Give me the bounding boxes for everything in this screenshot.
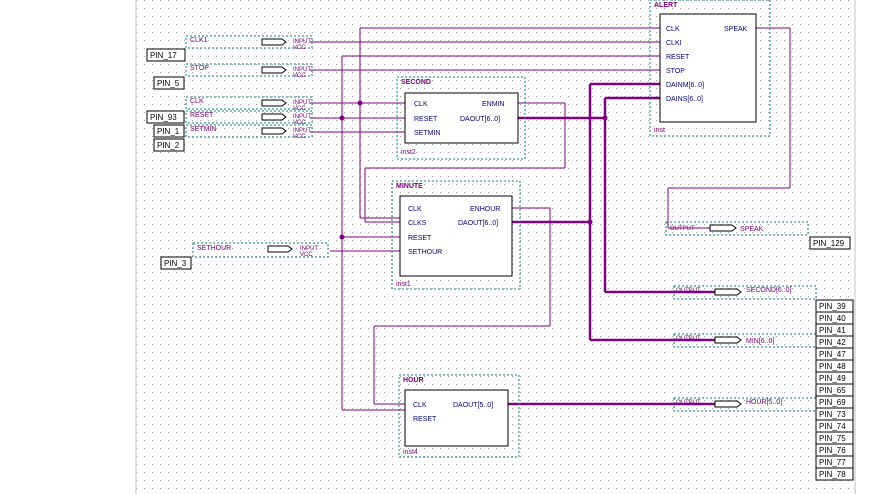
pin-17-label: PIN_17 — [150, 51, 177, 60]
output-speak-name: SPEAK — [740, 226, 764, 233]
alert-port-dains: DAINS[6..0] — [666, 96, 703, 103]
hour-inst: inst4 — [403, 449, 418, 456]
right-pin[interactable]: PIN_69 — [815, 395, 854, 409]
right-pin-label: PIN_69 — [819, 398, 846, 407]
output-second-name: SECOND[6..0] — [746, 287, 792, 294]
minute-port-clk: CLK — [408, 206, 422, 213]
right-pin-label: PIN_41 — [819, 326, 846, 335]
right-pin[interactable]: PIN_39 — [815, 299, 854, 313]
input-reset-name: RESET — [190, 112, 214, 119]
second-port-enmin: ENMIN — [482, 101, 505, 108]
right-pin[interactable]: PIN_77 — [815, 455, 854, 469]
right-pin-label: PIN_77 — [819, 458, 846, 467]
pin-box-17[interactable]: PIN_17 — [146, 48, 186, 62]
right-pin[interactable]: PIN_42 — [815, 335, 854, 349]
right-pin-label: PIN_75 — [819, 434, 846, 443]
output-min-name: MIN[6..0] — [746, 338, 774, 345]
alert-port-speak: SPEAK — [724, 26, 748, 33]
pin-box-2[interactable]: PIN_2 — [153, 138, 185, 152]
alert-port-reset: RESET — [666, 54, 690, 61]
minute-port-reset: RESET — [408, 235, 432, 242]
pin-5-label: PIN_5 — [157, 79, 180, 88]
right-pin-label: PIN_39 — [819, 302, 846, 311]
minute-port-daout: DAOUT[6..0] — [458, 220, 498, 227]
input-sethour-name: SETHOUR — [197, 245, 231, 252]
second-port-daout: DAOUT[6..0] — [460, 116, 500, 123]
minute-port-clks: CLKS — [408, 220, 427, 227]
block-alert[interactable]: ALERT CLK CLKI RESET STOP DAINM[6..0] DA… — [649, 0, 771, 137]
pin-129-label: PIN_129 — [813, 239, 845, 248]
hour-port-clk: CLK — [413, 402, 427, 409]
right-pin-label: PIN_78 — [819, 470, 846, 479]
pin-box-3[interactable]: PIN_3 — [160, 256, 192, 270]
right-pin[interactable]: PIN_41 — [815, 323, 854, 337]
right-pin[interactable]: PIN_78 — [815, 467, 854, 481]
right-pin-column: PIN_39 PIN_40 PIN_41 PIN_42 PIN_47 PIN_4… — [815, 299, 854, 481]
output-hour-name: HOUR[5..0] — [746, 399, 782, 406]
right-pin[interactable]: PIN_74 — [815, 419, 854, 433]
right-pin-label: PIN_65 — [819, 386, 846, 395]
right-pin[interactable]: PIN_65 — [815, 383, 854, 397]
hour-port-reset: RESET — [413, 416, 437, 423]
alert-port-stop: STOP — [666, 68, 685, 75]
right-pin-label: PIN_40 — [819, 314, 846, 323]
schematic-canvas[interactable]: CLK1 INPUT VCC PIN_17 STOP INPUT VCC PIN… — [0, 0, 893, 494]
second-port-reset: RESET — [414, 116, 438, 123]
pin-box-93[interactable]: PIN_93 — [146, 110, 185, 124]
right-pin-label: PIN_49 — [819, 374, 846, 383]
right-pin-label: PIN_73 — [819, 410, 846, 419]
pin-3-label: PIN_3 — [164, 259, 187, 268]
minute-port-enhour: ENHOUR — [470, 206, 500, 213]
right-pin[interactable]: PIN_76 — [815, 443, 854, 457]
right-pin[interactable]: PIN_75 — [815, 431, 854, 445]
right-pin[interactable]: PIN_48 — [815, 359, 854, 373]
block-second-title: SECOND — [401, 79, 431, 86]
input-setmin-vcc: VCC — [293, 134, 306, 140]
alert-port-clk: CLK — [666, 26, 680, 33]
minute-inst: inst1 — [396, 281, 411, 288]
output-speak-kind: OUTPUT — [670, 226, 695, 232]
right-pin-label: PIN_42 — [819, 338, 846, 347]
right-pin[interactable]: PIN_40 — [815, 311, 854, 325]
output-hour-kind: OUTPUT — [676, 400, 701, 406]
block-alert-title: ALERT — [654, 2, 678, 9]
pin-2-label: PIN_2 — [157, 141, 180, 150]
second-port-setmin: SETMIN — [414, 130, 440, 137]
input-sethour-vcc: VCC — [300, 252, 313, 258]
alert-inst: inst — [654, 127, 665, 134]
second-port-clk: CLK — [414, 101, 428, 108]
right-pin[interactable]: PIN_49 — [815, 371, 854, 385]
right-pin-label: PIN_76 — [819, 446, 846, 455]
pin-box-5[interactable]: PIN_5 — [153, 76, 185, 90]
pin-1-label: PIN_1 — [157, 127, 180, 136]
pin-box-129[interactable]: PIN_129 — [809, 236, 851, 250]
input-clk1-vcc: VCC — [293, 45, 306, 51]
input-clk-name: CLK — [190, 98, 204, 105]
output-min-kind: OUTPUT — [676, 336, 701, 342]
input-clk1-name: CLK1 — [190, 37, 208, 44]
alert-port-dainm: DAINM[6..0] — [666, 82, 704, 89]
block-minute[interactable]: MINUTE CLK CLKS RESET SETHOUR ENHOUR DAO… — [391, 180, 521, 290]
pin-93-label: PIN_93 — [150, 113, 177, 122]
alert-port-clki: CLKI — [666, 40, 682, 47]
second-inst: inst2 — [401, 149, 416, 156]
right-pin[interactable]: PIN_47 — [815, 347, 854, 361]
input-stop-vcc: VCC — [293, 73, 306, 79]
minute-port-sethour: SETHOUR — [408, 249, 442, 256]
hour-port-daout: DAOUT[5..0] — [453, 402, 493, 409]
right-pin-label: PIN_48 — [819, 362, 846, 371]
output-second-kind: OUTPUT — [676, 288, 701, 294]
right-pin-label: PIN_47 — [819, 350, 846, 359]
block-minute-title: MINUTE — [396, 183, 423, 190]
right-pin-label: PIN_74 — [819, 422, 846, 431]
pin-box-1[interactable]: PIN_1 — [153, 124, 185, 138]
input-stop-name: STOP — [190, 65, 209, 72]
input-setmin-name: SETMIN — [190, 126, 216, 133]
block-hour-title: HOUR — [403, 377, 424, 384]
right-pin[interactable]: PIN_73 — [815, 407, 854, 421]
